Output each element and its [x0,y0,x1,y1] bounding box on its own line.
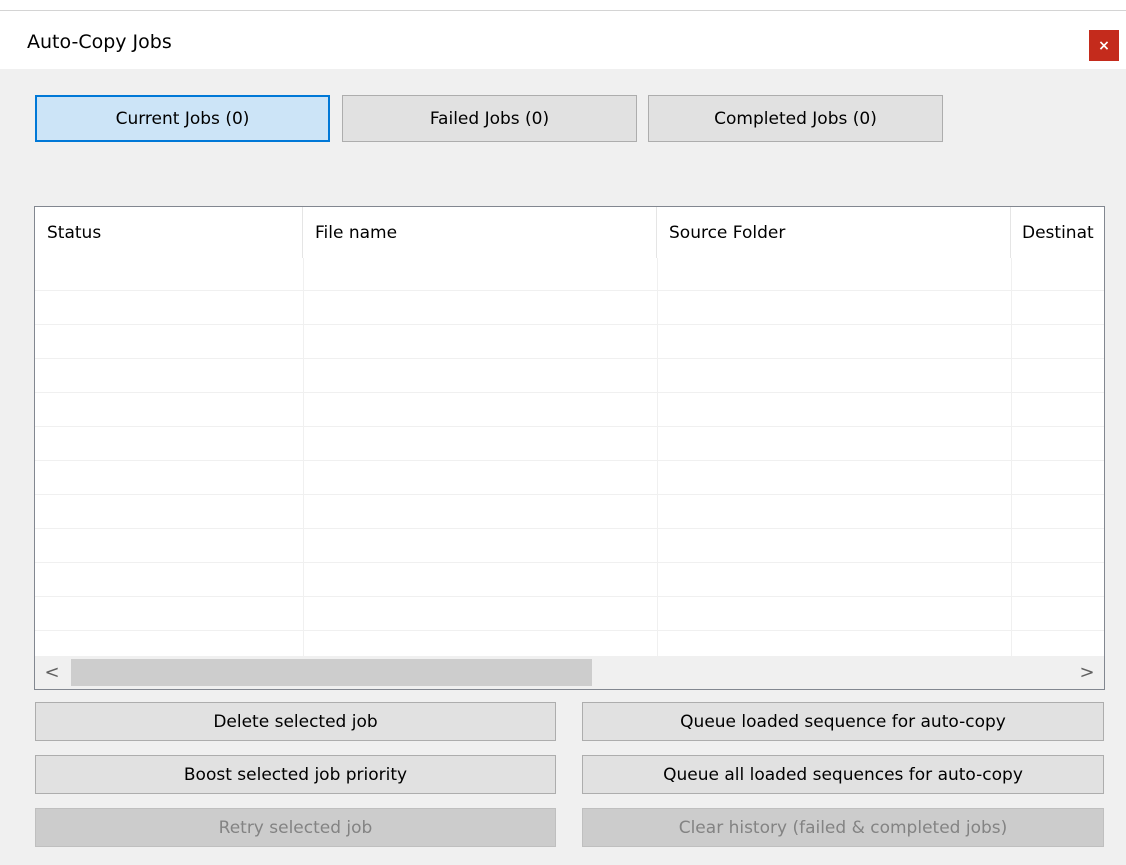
retry-selected-job-button: Retry selected job [35,808,556,847]
column-header-status[interactable]: Status [35,207,303,258]
grid-line [35,460,1104,461]
queue-loaded-sequence-button[interactable]: Queue loaded sequence for auto-copy [582,702,1104,741]
grid-line [35,324,1104,325]
horizontal-scrollbar[interactable]: < > [35,656,1104,689]
column-header-destination[interactable]: Destinat [1011,207,1104,258]
grid-line [35,630,1104,631]
tab-current-jobs[interactable]: Current Jobs (0) [35,95,330,142]
auto-copy-jobs-window: Auto-Copy Jobs × Current Jobs (0) Failed… [0,0,1126,865]
jobs-list-view[interactable]: Status File name Source Folder Destinat … [34,206,1105,690]
clear-history-button: Clear history (failed & completed jobs) [582,808,1104,847]
scroll-right-arrow-icon[interactable]: > [1070,656,1104,689]
top-strip [0,0,1126,11]
list-header: Status File name Source Folder Destinat [35,207,1104,258]
grid-line [35,358,1104,359]
boost-priority-button[interactable]: Boost selected job priority [35,755,556,794]
grid-line [35,290,1104,291]
close-icon: × [1098,37,1110,54]
column-header-file-name[interactable]: File name [303,207,657,258]
column-header-source-folder[interactable]: Source Folder [657,207,1011,258]
close-button[interactable]: × [1089,30,1119,61]
tab-failed-jobs[interactable]: Failed Jobs (0) [342,95,637,142]
queue-all-sequences-button[interactable]: Queue all loaded sequences for auto-copy [582,755,1104,794]
grid-line [35,596,1104,597]
grid-line [35,562,1104,563]
grid-line [35,426,1104,427]
grid-line [35,528,1104,529]
scrollbar-thumb[interactable] [71,659,592,686]
grid-line [35,494,1104,495]
delete-selected-job-button[interactable]: Delete selected job [35,702,556,741]
window-title: Auto-Copy Jobs [27,31,172,53]
scroll-left-arrow-icon[interactable]: < [35,656,69,689]
grid-line [35,392,1104,393]
title-bar: Auto-Copy Jobs [0,11,1126,69]
tab-completed-jobs[interactable]: Completed Jobs (0) [648,95,943,142]
